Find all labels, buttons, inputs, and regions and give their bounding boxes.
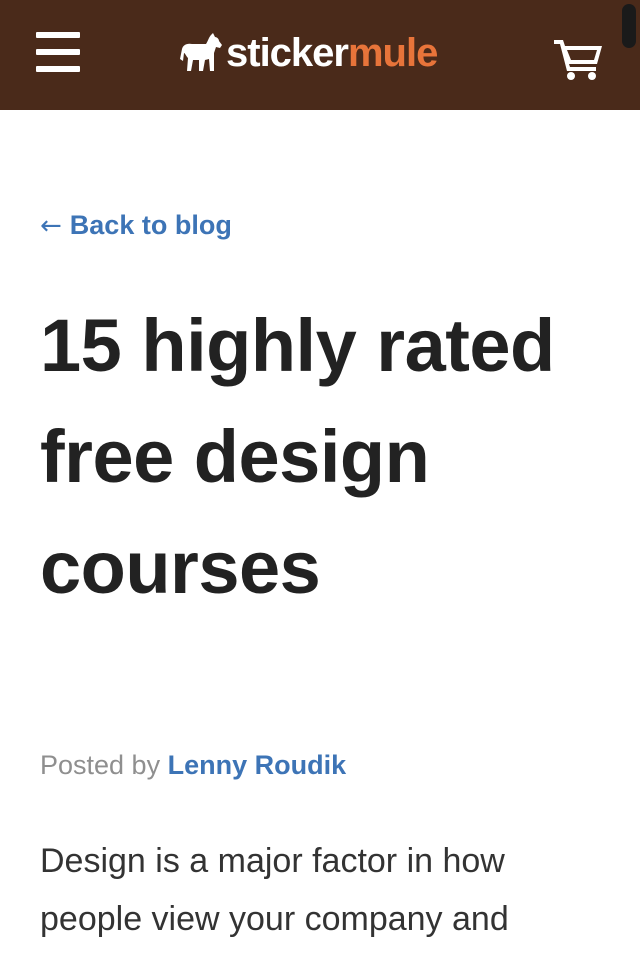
menu-button[interactable] xyxy=(36,30,82,74)
cart-button[interactable] xyxy=(554,38,604,80)
back-to-blog-label: Back to blog xyxy=(69,210,232,240)
posted-by-label: Posted by xyxy=(40,750,161,780)
sticker-mule-logo[interactable]: stickermule xyxy=(178,28,438,78)
article-body-excerpt: Design is a major factor in how people v… xyxy=(40,842,509,938)
shopping-cart-icon xyxy=(554,40,602,80)
logo-text-mule: mule xyxy=(347,31,438,75)
mule-icon xyxy=(180,33,222,71)
back-arrow-icon: ← xyxy=(40,210,62,241)
site-header: stickermule xyxy=(0,0,640,110)
back-to-blog-link[interactable]: ← Back to blog xyxy=(40,210,232,241)
author-link[interactable]: Lenny Roudik xyxy=(168,750,347,780)
logo-text-sticker: sticker xyxy=(226,31,349,75)
article-title: 15 highly rated free design courses xyxy=(40,304,555,609)
scrollbar-thumb[interactable] xyxy=(622,4,636,48)
byline: Posted by Lenny Roudik xyxy=(40,750,346,781)
logo-wordmark: stickermule xyxy=(226,31,438,75)
